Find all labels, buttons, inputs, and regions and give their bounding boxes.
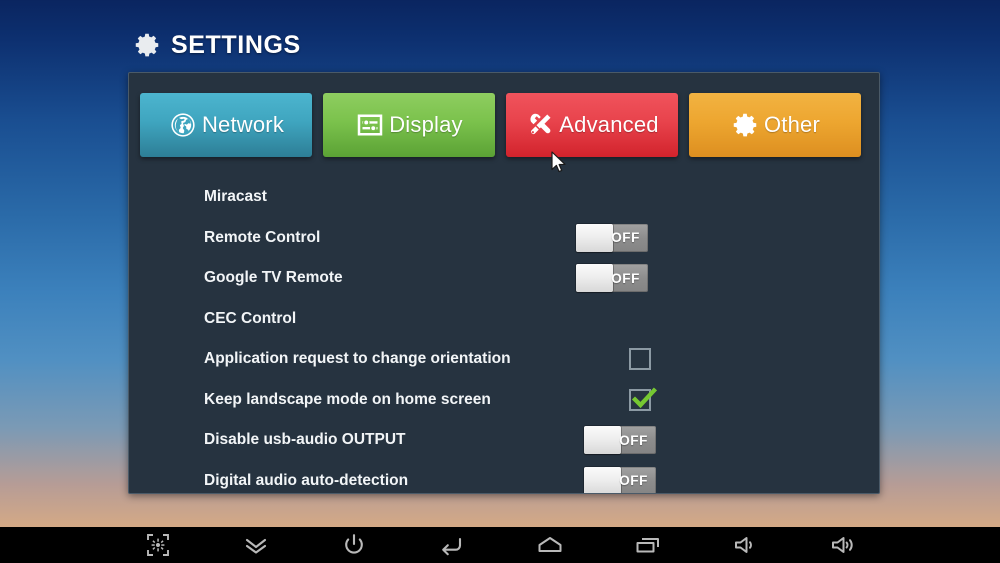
nav-button-collapse[interactable] [238, 527, 274, 563]
list-item[interactable]: Digital audio auto-detection OFF [129, 461, 879, 493]
toggle-google-tv-remote[interactable]: OFF [576, 264, 648, 293]
tools-icon [525, 110, 555, 140]
toggle-thumb [576, 223, 613, 252]
recent-apps-icon [633, 532, 663, 558]
toggle-thumb [584, 426, 621, 455]
setting-label-remote-control: Remote Control [204, 228, 321, 246]
gear-icon [132, 30, 162, 60]
setting-control-remote-control: OFF [576, 223, 648, 252]
power-icon [341, 532, 367, 558]
setting-label-disable-usb-audio: Disable usb-audio OUTPUT [204, 431, 406, 449]
tab-other-label: Other [763, 112, 821, 137]
list-item[interactable]: CEC Control [129, 299, 879, 340]
nav-button-volume-down[interactable] [728, 527, 764, 563]
gear-icon [730, 110, 760, 140]
nav-button-back[interactable] [434, 527, 470, 563]
globe-icon [168, 110, 198, 140]
setting-label-miracast: Miracast [204, 188, 267, 206]
double-chevron-down-icon [242, 532, 270, 558]
tab-advanced-label: Advanced [559, 112, 659, 137]
toggle-state-label: OFF [611, 230, 640, 246]
checkbox-app-request-orientation[interactable] [629, 348, 651, 371]
tab-display-label: Display [389, 112, 463, 137]
nav-button-power[interactable] [336, 527, 372, 563]
list-item[interactable]: Disable usb-audio OUTPUT OFF [129, 420, 879, 461]
settings-panel: Network Display Advanced Other Miracast … [128, 72, 880, 494]
list-item[interactable]: Application request to change orientatio… [129, 339, 879, 380]
checkbox-keep-landscape[interactable] [629, 387, 658, 411]
screenshot-icon [145, 532, 171, 558]
list-item[interactable]: Remote Control OFF [129, 218, 879, 259]
toggle-thumb [576, 264, 613, 293]
settings-list[interactable]: Miracast Remote Control OFF Google TV Re… [129, 177, 879, 493]
setting-label-google-tv-remote: Google TV Remote [204, 269, 343, 287]
list-item[interactable]: Keep landscape mode on home screen [129, 380, 879, 421]
setting-label-app-request-orientation: Application request to change orientatio… [204, 350, 511, 368]
toggle-state-label: OFF [619, 473, 648, 489]
tab-advanced[interactable]: Advanced [506, 93, 678, 157]
setting-control-disable-usb-audio: OFF [584, 426, 656, 455]
back-arrow-icon [437, 532, 467, 558]
android-settings-screen: SETTINGS Network Display Advanced Other … [0, 0, 1000, 563]
setting-control-keep-landscape [629, 387, 658, 411]
volume-up-icon [828, 532, 860, 558]
nav-button-recents[interactable] [630, 527, 666, 563]
volume-down-icon [731, 532, 761, 558]
nav-button-screenshot[interactable] [140, 527, 176, 563]
tab-network[interactable]: Network [140, 93, 312, 157]
home-icon [535, 532, 565, 558]
tab-display[interactable]: Display [323, 93, 495, 157]
setting-label-keep-landscape: Keep landscape mode on home screen [204, 390, 491, 408]
list-item[interactable]: Miracast [129, 177, 879, 218]
toggle-disable-usb-audio[interactable]: OFF [584, 426, 656, 455]
check-icon [629, 383, 659, 413]
toggle-state-label: OFF [619, 432, 648, 448]
page-title: SETTINGS [171, 30, 301, 59]
tab-other[interactable]: Other [689, 93, 861, 157]
toggle-state-label: OFF [611, 270, 640, 286]
setting-control-google-tv-remote: OFF [576, 264, 648, 293]
setting-label-cec-control: CEC Control [204, 309, 297, 327]
tab-network-label: Network [201, 112, 285, 137]
nav-button-home[interactable] [532, 527, 568, 563]
setting-control-digital-audio-auto-detection: OFF [584, 466, 656, 493]
nav-button-volume-up[interactable] [826, 527, 862, 563]
android-navigation-bar [0, 527, 1000, 563]
sliders-icon [355, 110, 385, 140]
setting-control-app-request-orientation [629, 348, 651, 371]
setting-label-digital-audio-auto-detection: Digital audio auto-detection [204, 471, 409, 489]
toggle-thumb [584, 466, 621, 493]
settings-tab-bar: Network Display Advanced Other [140, 93, 861, 157]
list-item[interactable]: Google TV Remote OFF [129, 258, 879, 299]
toggle-digital-audio-auto-detection[interactable]: OFF [584, 466, 656, 493]
toggle-remote-control[interactable]: OFF [576, 223, 648, 252]
page-header: SETTINGS [132, 30, 301, 60]
